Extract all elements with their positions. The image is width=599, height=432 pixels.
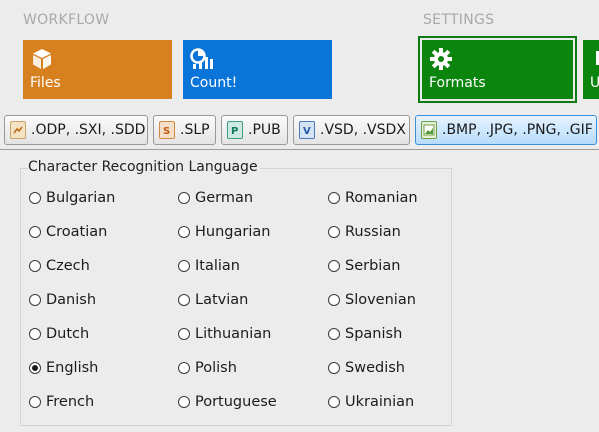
language-option-slovenian[interactable]: Slovenian xyxy=(328,290,416,310)
radio-button[interactable] xyxy=(29,192,41,204)
language-option-russian[interactable]: Russian xyxy=(328,222,401,242)
partial-tile-label: U xyxy=(590,75,599,91)
language-option-serbian[interactable]: Serbian xyxy=(328,256,400,276)
workflow-section-label: WORKFLOW xyxy=(23,12,110,28)
radio-button[interactable] xyxy=(328,192,340,204)
language-option-spanish[interactable]: Spanish xyxy=(328,324,402,344)
radio-button[interactable] xyxy=(178,226,190,238)
language-label: Bulgarian xyxy=(46,190,116,206)
svg-text:P: P xyxy=(231,126,238,136)
language-option-romanian[interactable]: Romanian xyxy=(328,188,418,208)
tab-slp[interactable]: S .SLP xyxy=(153,115,216,145)
language-option-french[interactable]: French xyxy=(29,392,94,412)
tab-label: .SLP xyxy=(180,122,210,138)
tab-label: .ODP, .SXI, .SDD xyxy=(31,122,146,138)
radio-button[interactable] xyxy=(178,192,190,204)
language-label: Croatian xyxy=(46,224,108,240)
language-option-german[interactable]: German xyxy=(178,188,253,208)
language-label: Slovenian xyxy=(345,292,416,308)
visio-file-icon: V xyxy=(299,121,315,139)
formats-tile[interactable]: Formats xyxy=(422,40,573,99)
count-tile-label: Count! xyxy=(190,75,238,91)
tab-label: .VSD, .VSDX xyxy=(320,122,406,138)
tab-label: .BMP, .JPG, .PNG, .GIF xyxy=(442,122,593,138)
partial-tile[interactable]: U xyxy=(583,40,599,99)
language-option-latvian[interactable]: Latvian xyxy=(178,290,248,310)
radio-button[interactable] xyxy=(178,396,190,408)
formats-tile-label: Formats xyxy=(429,75,486,91)
language-option-portuguese[interactable]: Portuguese xyxy=(178,392,277,412)
format-tabbar: .ODP, .SXI, .SDD S .SLP P .PUB V .VSD, .… xyxy=(0,110,599,150)
radio-button[interactable] xyxy=(328,226,340,238)
language-label: Spanish xyxy=(345,326,403,342)
tab-label: .PUB xyxy=(248,122,281,138)
language-label: English xyxy=(46,360,99,376)
language-label: Danish xyxy=(46,292,97,308)
radio-button[interactable] xyxy=(328,294,340,306)
radio-button[interactable] xyxy=(29,362,41,374)
radio-button[interactable] xyxy=(29,396,41,408)
language-option-lithuanian[interactable]: Lithuanian xyxy=(178,324,271,344)
language-option-czech[interactable]: Czech xyxy=(29,256,90,276)
language-option-dutch[interactable]: Dutch xyxy=(29,324,89,344)
radio-button[interactable] xyxy=(328,328,340,340)
tab-pub[interactable]: P .PUB xyxy=(221,115,288,145)
files-tile-label: Files xyxy=(30,75,61,91)
language-label: Russian xyxy=(345,224,401,240)
radio-button[interactable] xyxy=(328,260,340,272)
language-label: Czech xyxy=(46,258,90,274)
tab-odp[interactable]: .ODP, .SXI, .SDD xyxy=(4,115,148,145)
language-label: Dutch xyxy=(46,326,90,342)
tab-vsd[interactable]: V .VSD, .VSDX xyxy=(293,115,410,145)
language-option-hungarian[interactable]: Hungarian xyxy=(178,222,270,242)
language-label: Polish xyxy=(195,360,237,376)
language-label: Romanian xyxy=(345,190,418,206)
radio-button[interactable] xyxy=(328,396,340,408)
language-label: Ukrainian xyxy=(345,394,415,410)
radio-button[interactable] xyxy=(178,294,190,306)
language-option-croatian[interactable]: Croatian xyxy=(29,222,107,242)
presentation-file-icon xyxy=(10,121,26,139)
gear-icon xyxy=(429,47,453,71)
language-option-bulgarian[interactable]: Bulgarian xyxy=(29,188,115,208)
language-option-italian[interactable]: Italian xyxy=(178,256,240,276)
radio-button[interactable] xyxy=(328,362,340,374)
radio-selected-dot xyxy=(32,365,38,371)
image-file-icon xyxy=(421,121,437,139)
language-label: French xyxy=(46,394,95,410)
language-option-polish[interactable]: Polish xyxy=(178,358,237,378)
language-label: German xyxy=(195,190,254,206)
language-label: Swedish xyxy=(345,360,405,376)
language-label: Serbian xyxy=(345,258,401,274)
radio-button[interactable] xyxy=(178,328,190,340)
language-option-swedish[interactable]: Swedish xyxy=(328,358,405,378)
partial-icon xyxy=(590,47,599,71)
radio-button[interactable] xyxy=(29,294,41,306)
publisher-file-icon: P xyxy=(227,121,243,139)
radio-button[interactable] xyxy=(29,260,41,272)
files-tile[interactable]: Files xyxy=(23,40,172,99)
radio-button[interactable] xyxy=(178,362,190,374)
svg-text:S: S xyxy=(163,126,170,136)
language-option-english[interactable]: English xyxy=(29,358,98,378)
language-option-ukrainian[interactable]: Ukrainian xyxy=(328,392,414,412)
language-label: Lithuanian xyxy=(195,326,272,342)
count-tile[interactable]: Count! xyxy=(183,40,332,99)
radio-button[interactable] xyxy=(29,328,41,340)
radio-button[interactable] xyxy=(29,226,41,238)
ocr-language-title: Character Recognition Language xyxy=(28,159,260,175)
tab-image[interactable]: .BMP, .JPG, .PNG, .GIF xyxy=(415,115,597,145)
radio-button[interactable] xyxy=(178,260,190,272)
chart-icon xyxy=(190,47,214,71)
cube-icon xyxy=(30,47,54,71)
svg-text:V: V xyxy=(303,126,311,136)
settings-section-label: SETTINGS xyxy=(423,12,495,28)
language-label: Latvian xyxy=(195,292,249,308)
language-label: Portuguese xyxy=(195,394,277,410)
slp-file-icon: S xyxy=(159,121,175,139)
language-label: Hungarian xyxy=(195,224,271,240)
language-option-danish[interactable]: Danish xyxy=(29,290,96,310)
language-label: Italian xyxy=(195,258,240,274)
